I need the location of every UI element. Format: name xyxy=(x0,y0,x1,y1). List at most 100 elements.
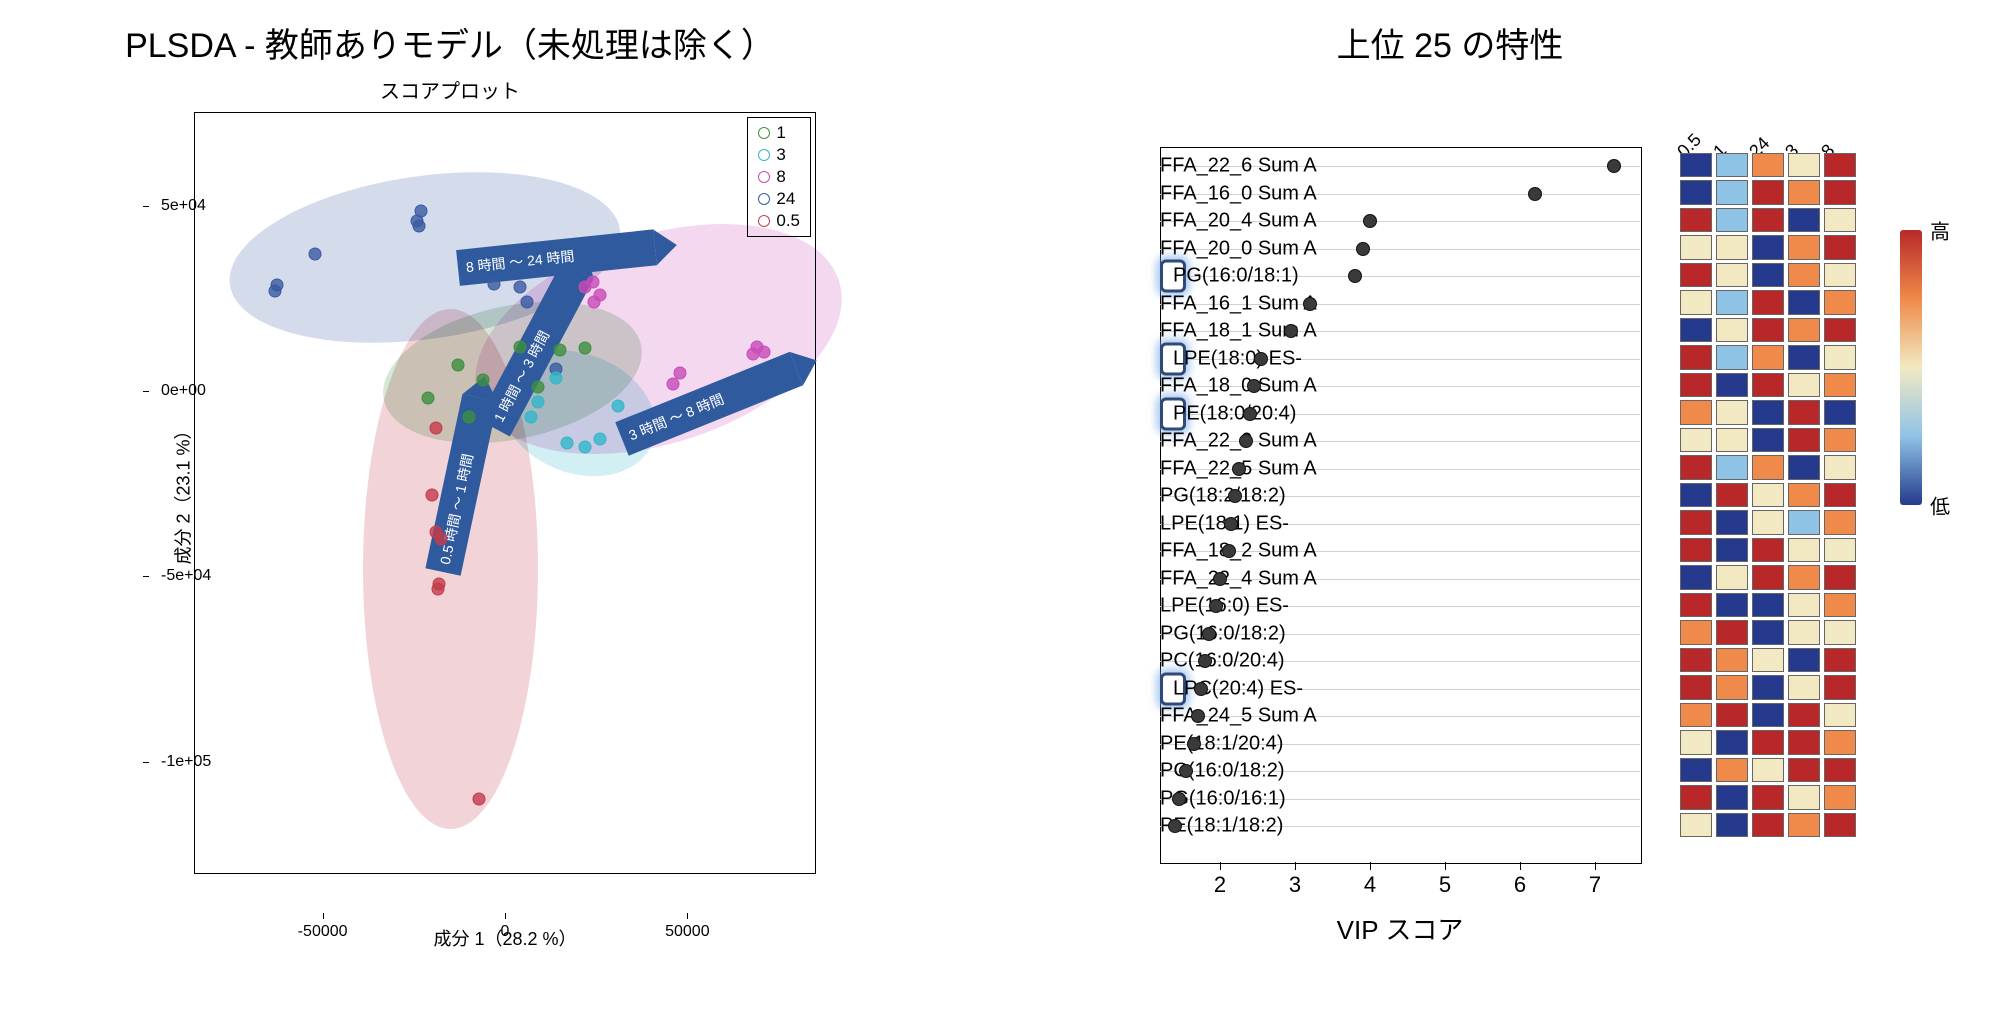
heatmap-cell xyxy=(1680,703,1712,728)
heatmap-cell xyxy=(1680,345,1712,370)
vip-point xyxy=(1363,214,1377,228)
legend-swatch xyxy=(758,171,770,183)
vip-feature-label: PG(16:0/18:1) xyxy=(1160,260,1186,293)
heatmap-cell xyxy=(1752,180,1784,205)
vip-point xyxy=(1194,682,1208,696)
vip-point xyxy=(1284,324,1298,338)
vip-title: 上位 25 の特性 xyxy=(960,18,1940,67)
heatmap-cell xyxy=(1752,703,1784,728)
score-point xyxy=(513,340,526,353)
heatmap-cell xyxy=(1716,263,1748,288)
heatmap-cell xyxy=(1752,648,1784,673)
vip-point xyxy=(1232,462,1246,476)
vip-point xyxy=(1528,187,1542,201)
heatmap-cell xyxy=(1788,180,1820,205)
heatmap-cell xyxy=(1824,510,1856,535)
heatmap-cell xyxy=(1752,455,1784,480)
heatmap-cell xyxy=(1680,758,1712,783)
legend-label: 1 xyxy=(776,122,785,144)
score-point xyxy=(429,422,442,435)
heatmap-cell xyxy=(1680,263,1712,288)
heatmap-cell xyxy=(1680,675,1712,700)
heatmap-cell xyxy=(1788,208,1820,233)
heatmap-cell xyxy=(1752,538,1784,563)
vip-point xyxy=(1228,489,1242,503)
heatmap-cell xyxy=(1716,373,1748,398)
heatmap-cell xyxy=(1788,428,1820,453)
vip-feature-label: LPC(20:4) ES- xyxy=(1160,672,1186,705)
heatmap-cell xyxy=(1824,565,1856,590)
heatmap-cell xyxy=(1788,153,1820,178)
plsda-title: PLSDA - 教師ありモデル（未処理は除く） xyxy=(40,18,860,67)
heatmap-cell xyxy=(1788,565,1820,590)
heatmap-cell xyxy=(1788,345,1820,370)
heatmap-cell xyxy=(1680,785,1712,810)
heatmap-cell xyxy=(1752,428,1784,453)
vip-point xyxy=(1191,709,1205,723)
heatmap-cell xyxy=(1824,758,1856,783)
heatmap-cell xyxy=(1680,813,1712,838)
heatmap-cell xyxy=(1788,235,1820,260)
heatmap-cell xyxy=(1788,648,1820,673)
score-point xyxy=(520,296,533,309)
heatmap-cell xyxy=(1716,428,1748,453)
vip-panel: 上位 25 の特性 VIP スコア 0.512438 高 低 FFA_22_6 … xyxy=(960,0,1940,107)
heatmap-cell xyxy=(1680,290,1712,315)
heatmap-cell xyxy=(1716,813,1748,838)
heatmap-cell xyxy=(1824,400,1856,425)
y-tick: -1e+05 xyxy=(161,753,203,771)
vip-point xyxy=(1254,352,1268,366)
legend-item: 3 xyxy=(758,144,800,166)
heatmap-cell xyxy=(1752,813,1784,838)
heatmap-cell xyxy=(1788,400,1820,425)
heatmap-cell xyxy=(1752,290,1784,315)
vip-point xyxy=(1224,517,1238,531)
legend-swatch xyxy=(758,215,770,227)
heatmap-cell xyxy=(1680,153,1712,178)
legend-label: 24 xyxy=(776,188,795,210)
heatmap-cell xyxy=(1788,593,1820,618)
legend-label: 8 xyxy=(776,166,785,188)
score-point xyxy=(435,533,448,546)
heatmap-cell xyxy=(1752,373,1784,398)
heatmap-cell xyxy=(1788,538,1820,563)
vip-point xyxy=(1172,792,1186,806)
y-tick: 5e+04 xyxy=(161,197,203,215)
score-point xyxy=(413,220,426,233)
heatmap-cell xyxy=(1788,703,1820,728)
heatmap-cell xyxy=(1716,235,1748,260)
heatmap-cell xyxy=(1788,675,1820,700)
score-point xyxy=(462,411,475,424)
score-point xyxy=(674,366,687,379)
heatmap-cell xyxy=(1788,483,1820,508)
heatmap-cell xyxy=(1680,565,1712,590)
legend-label: 3 xyxy=(776,144,785,166)
vip-point xyxy=(1239,434,1253,448)
score-point xyxy=(666,377,679,390)
heatmap-cell xyxy=(1752,153,1784,178)
score-point xyxy=(561,436,574,449)
vip-feature-label: LPE(18:0) ES- xyxy=(1160,342,1186,375)
heatmap-cell xyxy=(1680,538,1712,563)
vip-point xyxy=(1179,764,1193,778)
score-point xyxy=(309,247,322,260)
vip-xtick: 6 xyxy=(1514,872,1526,898)
x-axis-label: 成分 1（28.2 %） xyxy=(433,925,576,951)
heatmap-cell xyxy=(1680,455,1712,480)
heatmap-cell xyxy=(1752,400,1784,425)
score-point xyxy=(550,372,563,385)
heatmap-cell xyxy=(1752,510,1784,535)
score-point xyxy=(531,396,544,409)
score-point xyxy=(524,411,537,424)
y-tick: 0e+00 xyxy=(161,382,203,400)
y-axis-label: 成分 2（23.1 %） xyxy=(170,421,196,564)
score-point xyxy=(422,392,435,405)
vip-point xyxy=(1247,379,1261,393)
heatmap-cell xyxy=(1752,483,1784,508)
vip-point xyxy=(1348,269,1362,283)
heatmap-cell xyxy=(1680,648,1712,673)
heatmap-cell xyxy=(1752,318,1784,343)
vip-point xyxy=(1303,297,1317,311)
vip-point xyxy=(1202,627,1216,641)
heatmap-cell xyxy=(1788,373,1820,398)
